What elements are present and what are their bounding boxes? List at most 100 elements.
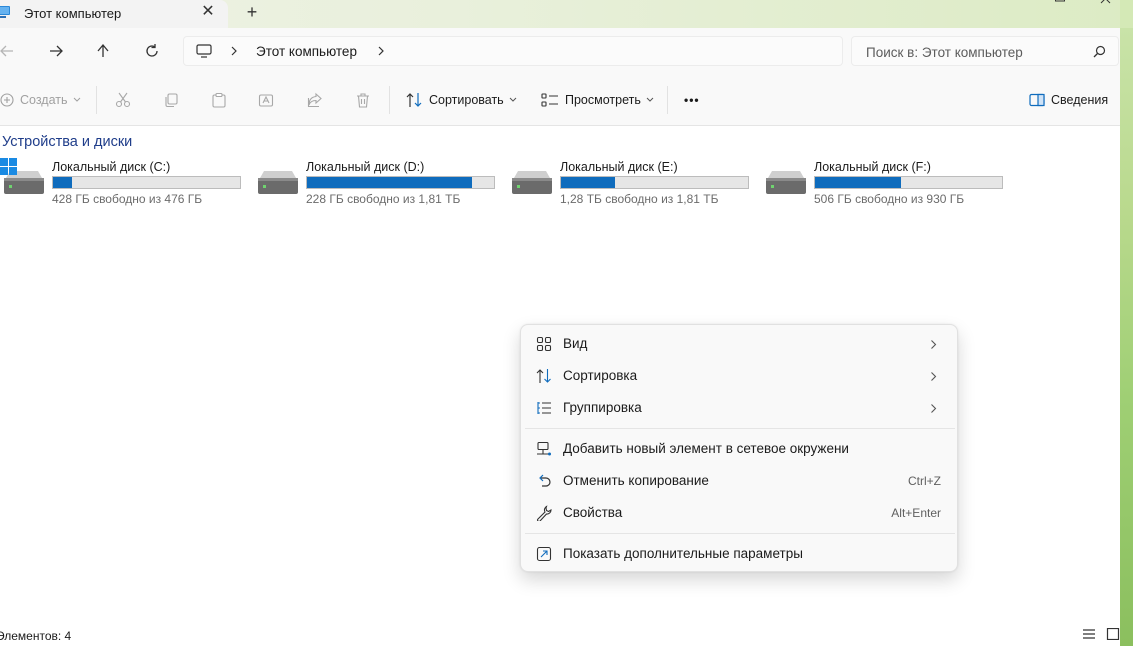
drive-f[interactable]: Локальный диск (F:) 506 ГБ свободно из 9… [764, 159, 1009, 209]
menu-divider [525, 533, 955, 534]
drive-usage-fill [53, 177, 72, 188]
copy-button[interactable] [163, 90, 179, 110]
chevron-right-icon [931, 372, 937, 381]
new-tab-button[interactable]: + [242, 2, 262, 22]
chevron-right-icon[interactable] [377, 45, 385, 57]
search-box[interactable] [851, 36, 1119, 66]
title-bar: Этот компьютер ✕ + [0, 0, 1133, 28]
menu-item-label: Группировка [563, 400, 642, 415]
menu-item-shortcut: Ctrl+Z [908, 474, 941, 488]
share-icon [307, 92, 322, 108]
rename-icon [258, 94, 274, 107]
delete-button[interactable] [355, 90, 371, 110]
drive-free-space: 506 ГБ свободно из 930 ГБ [814, 192, 965, 206]
chevron-right-icon [931, 404, 937, 413]
chevron-down-icon [646, 97, 654, 102]
desktop-background [1120, 0, 1133, 28]
toolbar-divider [389, 86, 390, 114]
network-computer-icon [537, 441, 551, 456]
large-icons-view-icon[interactable] [1106, 628, 1120, 640]
back-button[interactable] [0, 40, 18, 62]
arrow-up-icon [97, 43, 109, 57]
chevron-right-icon [931, 340, 937, 349]
address-bar[interactable]: Этот компьютер [183, 36, 843, 66]
arrow-right-icon [50, 45, 63, 57]
close-window-icon[interactable] [1096, 0, 1116, 8]
menu-item-properties[interactable]: Свойства Alt+Enter [525, 498, 953, 528]
items-count: Элементов: 4 [0, 629, 72, 643]
monitor-icon [196, 44, 212, 58]
maximize-icon[interactable] [1050, 0, 1070, 8]
menu-item-show-more-options[interactable]: Показать дополнительные параметры [525, 539, 953, 569]
view-button[interactable]: Просмотреть [541, 90, 654, 110]
drive-usage-bar [306, 176, 495, 189]
menu-item-undo-copy[interactable]: Отменить копирование Ctrl+Z [525, 466, 953, 496]
menu-item-view[interactable]: Вид [525, 329, 953, 359]
up-button[interactable] [92, 40, 114, 62]
menu-item-group[interactable]: Группировка [525, 393, 953, 423]
close-tab-icon[interactable]: ✕ [200, 3, 216, 21]
tab-this-pc[interactable]: Этот компьютер ✕ [0, 0, 228, 28]
group-header-devices[interactable]: Устройства и диски [2, 134, 132, 150]
drive-usage-bar [52, 176, 241, 189]
create-button[interactable]: Создать [0, 90, 81, 110]
menu-item-add-network-location[interactable]: Добавить новый элемент в сетевое окружен… [525, 434, 953, 464]
hard-drive-icon [512, 171, 552, 194]
menu-item-label: Отменить копирование [563, 473, 709, 488]
drive-usage-bar [814, 176, 1003, 189]
sort-icon [536, 369, 551, 383]
menu-item-sort[interactable]: Сортировка [525, 361, 953, 391]
drive-usage-fill [307, 177, 472, 188]
open-external-icon [536, 546, 552, 562]
menu-item-label: Добавить новый элемент в сетевое окружен… [563, 441, 849, 456]
sort-icon [406, 93, 422, 107]
desktop-background [1120, 28, 1133, 646]
undo-icon [539, 474, 551, 487]
rename-button[interactable] [258, 90, 274, 110]
menu-item-label: Сортировка [563, 368, 638, 383]
sort-button[interactable]: Сортировать [406, 90, 517, 110]
menu-item-label: Вид [563, 336, 588, 351]
toolbar-divider [96, 86, 97, 114]
drive-free-space: 228 ГБ свободно из 1,81 ТБ [306, 192, 461, 206]
minimize-icon[interactable] [1007, 0, 1027, 8]
cut-button[interactable] [115, 90, 131, 110]
search-icon[interactable] [1093, 45, 1106, 58]
chevron-right-icon[interactable] [230, 45, 238, 57]
menu-divider [525, 428, 955, 429]
drive-free-space: 428 ГБ свободно из 476 ГБ [52, 192, 203, 206]
toolbar-divider [667, 86, 668, 114]
more-icon: ••• [684, 93, 700, 107]
group-by-icon [537, 402, 551, 414]
create-label: Создать [20, 93, 68, 107]
menu-item-label: Свойства [563, 505, 623, 520]
navigation-bar: Этот компьютер [0, 28, 1133, 74]
drive-usage-bar [560, 176, 749, 189]
plus-circle-icon [0, 93, 14, 107]
drive-name: Локальный диск (C:) [52, 160, 171, 174]
tab-title: Этот компьютер [24, 6, 122, 21]
forward-button[interactable] [45, 40, 67, 62]
drive-name: Локальный диск (F:) [814, 160, 931, 174]
drive-e[interactable]: Локальный диск (E:) 1,28 ТБ свободно из … [510, 159, 755, 209]
context-menu: Вид Сортировка Группировка Добавить новы… [520, 324, 958, 572]
share-button[interactable] [307, 90, 323, 110]
hard-drive-icon [766, 171, 806, 194]
refresh-button[interactable] [141, 40, 163, 62]
more-options-button[interactable]: ••• [684, 90, 700, 110]
details-pane-icon [1029, 93, 1045, 107]
paste-button[interactable] [211, 90, 227, 110]
breadcrumb-this-pc[interactable]: Этот компьютер [256, 44, 357, 59]
sort-label: Сортировать [429, 93, 504, 107]
drive-d[interactable]: Локальный диск (D:) 228 ГБ свободно из 1… [256, 159, 501, 209]
grid-icon [536, 336, 552, 352]
drive-name: Локальный диск (E:) [560, 160, 678, 174]
details-button[interactable]: Сведения [1029, 90, 1108, 110]
drive-usage-fill [815, 177, 902, 188]
search-input[interactable] [866, 43, 1086, 61]
drive-c[interactable]: Локальный диск (C:) 428 ГБ свободно из 4… [0, 158, 247, 209]
trash-icon [357, 93, 369, 108]
details-view-icon[interactable] [1082, 628, 1096, 640]
refresh-icon [146, 44, 158, 57]
view-list-icon [541, 93, 558, 107]
